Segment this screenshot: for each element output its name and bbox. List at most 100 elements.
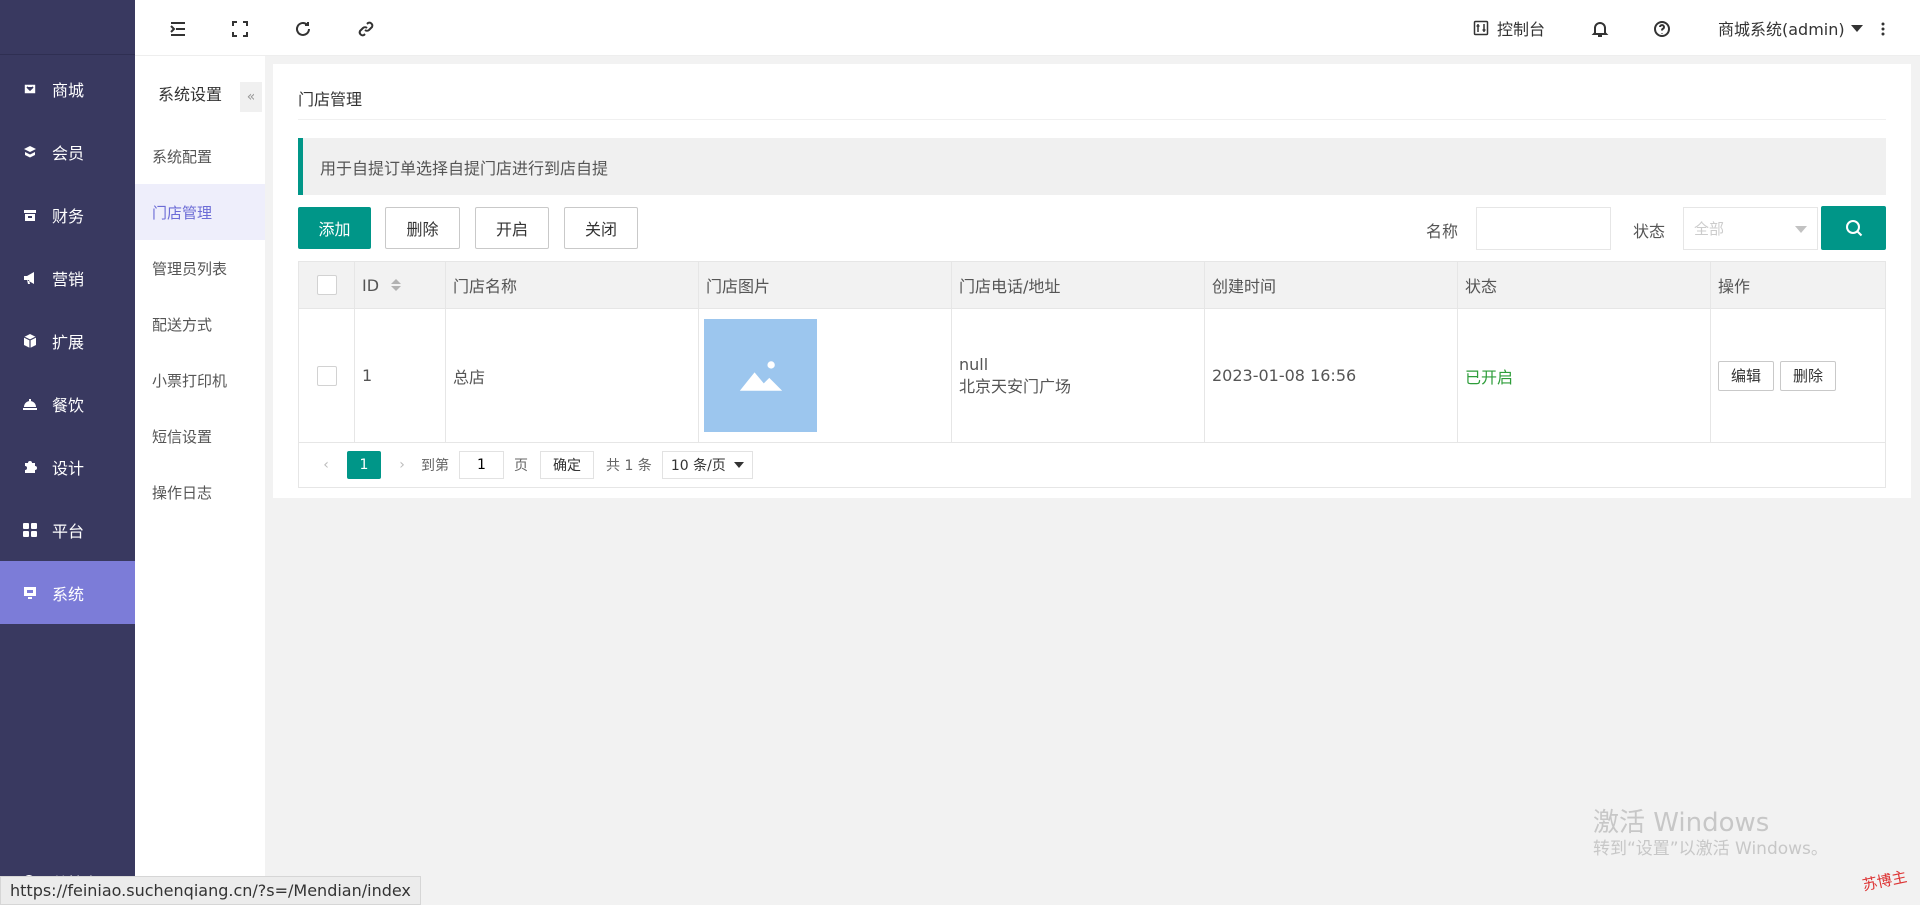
table-header: ID 门店名称 门店图片 门店电话/地址 创建时间 状态 操作 bbox=[299, 262, 1885, 309]
cell-actions: 编辑 删除 bbox=[1711, 309, 1885, 442]
chevron-down-icon bbox=[1795, 226, 1807, 233]
sidebar-item-dining[interactable]: 餐饮 bbox=[0, 372, 135, 435]
close-button[interactable]: 关闭 bbox=[564, 207, 638, 249]
open-button[interactable]: 开启 bbox=[475, 207, 549, 249]
sidebar-item-label: 餐饮 bbox=[52, 395, 85, 415]
sidebar-item-label: 会员 bbox=[52, 143, 85, 163]
header-status: 状态 bbox=[1458, 262, 1711, 308]
status-filter-select[interactable]: 全部 bbox=[1683, 207, 1818, 250]
more-icon[interactable] bbox=[1878, 18, 1888, 40]
page-title: 门店管理 bbox=[298, 90, 363, 109]
subnav-item-delivery[interactable]: 配送方式 bbox=[135, 296, 265, 352]
menu-toggle-icon[interactable] bbox=[167, 18, 189, 40]
sidebar-item-extension[interactable]: 扩展 bbox=[0, 309, 135, 372]
cube-icon bbox=[21, 332, 39, 350]
link-icon[interactable] bbox=[355, 18, 377, 40]
subnav-item-receipt-printer[interactable]: 小票打印机 bbox=[135, 352, 265, 408]
name-filter-input[interactable] bbox=[1476, 207, 1611, 250]
add-button[interactable]: 添加 bbox=[298, 207, 371, 249]
image-placeholder-icon[interactable] bbox=[704, 319, 817, 432]
grid-icon bbox=[21, 521, 39, 539]
sub-sidebar-title-area: 系统设置 « bbox=[135, 56, 265, 130]
system-icon bbox=[21, 584, 39, 602]
prev-page-icon[interactable]: ‹ bbox=[311, 457, 341, 473]
row-checkbox-cell bbox=[299, 309, 355, 442]
search-icon bbox=[1845, 220, 1862, 237]
signature-watermark: 苏博主 bbox=[1860, 867, 1909, 895]
content-card: 门店管理 用于自提订单选择自提门店进行到店自提 添加 删除 开启 关闭 名称 状… bbox=[273, 64, 1911, 498]
select-all-checkbox[interactable] bbox=[316, 275, 337, 295]
total-count: 共 1 条 bbox=[606, 458, 652, 474]
search-button[interactable] bbox=[1821, 206, 1886, 250]
sub-sidebar: 系统设置 « 系统配置 门店管理 管理员列表 配送方式 小票打印机 短信设置 操… bbox=[135, 56, 265, 905]
refresh-icon[interactable] bbox=[292, 18, 314, 40]
sidebar-item-marketing[interactable]: 营销 bbox=[0, 246, 135, 309]
sidebar-item-label: 系统 bbox=[52, 584, 85, 604]
edit-button[interactable]: 编辑 bbox=[1718, 360, 1775, 391]
main-sidebar: 商城 会员 财务 营销 扩展 餐饮 设计 平台 系统 bbox=[0, 0, 135, 905]
sub-sidebar-title: 系统设置 bbox=[158, 85, 223, 104]
sort-icon[interactable] bbox=[391, 279, 402, 291]
cell-store-name: 总店 bbox=[446, 309, 699, 442]
column-label: ID bbox=[362, 275, 380, 295]
subnav-item-sms-settings[interactable]: 短信设置 bbox=[135, 408, 265, 464]
subnav-item-operation-log[interactable]: 操作日志 bbox=[135, 464, 265, 520]
puzzle-icon bbox=[21, 458, 39, 476]
subnav-item-admin-list[interactable]: 管理员列表 bbox=[135, 240, 265, 296]
header-store-name: 门店名称 bbox=[446, 262, 699, 308]
row-delete-button[interactable]: 删除 bbox=[1780, 360, 1837, 391]
sidebar-item-platform[interactable]: 平台 bbox=[0, 498, 135, 561]
bell-icon[interactable] bbox=[1589, 18, 1611, 40]
goto-label: 到第 bbox=[421, 458, 449, 474]
page-unit-label: 页 bbox=[514, 458, 528, 474]
chevron-down-icon bbox=[733, 462, 744, 468]
finance-icon bbox=[21, 206, 39, 224]
mall-icon bbox=[21, 80, 39, 98]
pagination: ‹ 1 › 到第 页 确定 共 1 条 10 条/页 bbox=[299, 443, 1885, 487]
status-filter-value: 全部 bbox=[1694, 220, 1725, 238]
sidebar-item-design[interactable]: 设计 bbox=[0, 435, 135, 498]
tip-banner: 用于自提订单选择自提门店进行到店自提 bbox=[298, 138, 1886, 195]
goto-confirm-button[interactable]: 确定 bbox=[540, 451, 594, 479]
console-label: 控制台 bbox=[1497, 20, 1546, 39]
cell-store-image bbox=[699, 309, 952, 442]
console-link[interactable]: 控制台 bbox=[1473, 16, 1545, 40]
store-address: 北京天安门广场 bbox=[959, 376, 1072, 396]
user-name: 商城系统(admin) bbox=[1718, 20, 1845, 39]
header-store-image: 门店图片 bbox=[699, 262, 952, 308]
header-phone-address: 门店电话/地址 bbox=[952, 262, 1205, 308]
header-id[interactable]: ID bbox=[355, 262, 446, 308]
console-icon bbox=[1473, 20, 1489, 36]
store-table: ID 门店名称 门店图片 门店电话/地址 创建时间 状态 操作 1 总店 nul… bbox=[298, 261, 1886, 488]
chevron-down-icon bbox=[1850, 24, 1863, 32]
subnav-item-system-config[interactable]: 系统配置 bbox=[135, 128, 265, 184]
next-page-icon[interactable]: › bbox=[387, 457, 417, 473]
name-filter-label: 名称 bbox=[1426, 222, 1459, 241]
row-checkbox[interactable] bbox=[316, 365, 337, 386]
sidebar-logo-area bbox=[0, 0, 135, 55]
delete-button[interactable]: 删除 bbox=[385, 207, 460, 249]
page-current[interactable]: 1 bbox=[347, 451, 381, 479]
sidebar-item-label: 营销 bbox=[52, 269, 85, 289]
cell-id: 1 bbox=[355, 309, 446, 442]
cell-status: 已开启 bbox=[1458, 309, 1711, 442]
sidebar-item-label: 商城 bbox=[52, 80, 85, 100]
sidebar-item-system[interactable]: 系统 bbox=[0, 561, 135, 624]
sidebar-item-mall[interactable]: 商城 bbox=[0, 57, 135, 120]
sidebar-item-finance[interactable]: 财务 bbox=[0, 183, 135, 246]
help-icon[interactable] bbox=[1651, 18, 1673, 40]
header-created-time: 创建时间 bbox=[1205, 262, 1458, 308]
sidebar-item-label: 设计 bbox=[52, 458, 85, 478]
goto-page-input[interactable] bbox=[459, 451, 504, 479]
sidebar-item-label: 平台 bbox=[52, 521, 85, 541]
user-menu[interactable]: 商城系统(admin) bbox=[1718, 16, 1863, 40]
sidebar-item-member[interactable]: 会员 bbox=[0, 120, 135, 183]
header-actions: 操作 bbox=[1718, 277, 1751, 296]
windows-activation-subtitle: 转到“设置”以激活 Windows。 bbox=[1593, 839, 1828, 859]
fullscreen-icon[interactable] bbox=[229, 18, 251, 40]
dining-icon bbox=[21, 395, 39, 413]
member-icon bbox=[21, 143, 39, 161]
collapse-icon[interactable]: « bbox=[240, 82, 262, 112]
subnav-item-store-management[interactable]: 门店管理 bbox=[135, 184, 265, 240]
page-size-select[interactable]: 10 条/页 bbox=[661, 451, 753, 479]
